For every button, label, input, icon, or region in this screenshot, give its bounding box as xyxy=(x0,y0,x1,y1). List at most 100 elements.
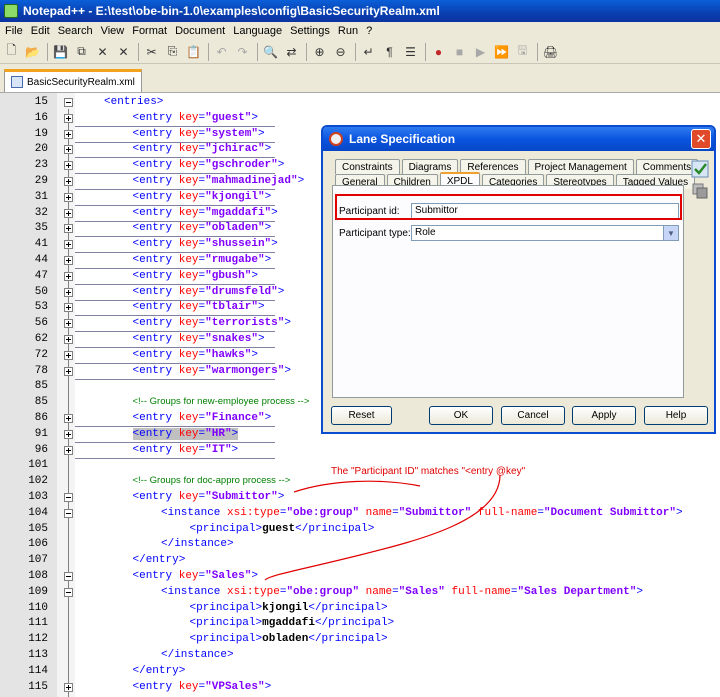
fold-toggle-icon[interactable] xyxy=(64,271,73,281)
chevron-down-icon[interactable]: ▼ xyxy=(663,226,678,240)
show-all-icon[interactable]: ¶ xyxy=(380,42,399,61)
save-icon[interactable]: 💾 xyxy=(51,42,70,61)
fold-toggle-icon[interactable] xyxy=(64,129,73,139)
run-macro-multiple-icon[interactable]: ⏩ xyxy=(492,42,511,61)
line-number: 23 xyxy=(34,159,48,172)
ok-button[interactable]: OK xyxy=(429,406,493,425)
tag: <entry xyxy=(132,143,179,156)
menu-document[interactable]: Document xyxy=(175,25,225,37)
fold-toggle-icon[interactable] xyxy=(64,224,73,234)
redo-icon[interactable]: ↷ xyxy=(233,42,252,61)
fold-toggle-icon[interactable] xyxy=(64,350,73,360)
zoom-out-icon[interactable]: ⊖ xyxy=(331,42,350,61)
code-text: <entry key="tblair"> xyxy=(133,301,265,313)
attr-name: key xyxy=(178,285,199,298)
indent-guide-icon[interactable]: ☰ xyxy=(401,42,420,61)
fold-toggle-icon[interactable] xyxy=(64,240,73,250)
line-number: 105 xyxy=(28,522,48,535)
layers-icon[interactable] xyxy=(691,182,709,200)
comment: <!-- Groups for new-employee process --> xyxy=(132,396,310,408)
fold-toggle-icon[interactable] xyxy=(64,208,73,218)
menu-settings[interactable]: Settings xyxy=(290,25,330,37)
code-text: <principal>mgaddafi</principal> xyxy=(190,617,395,629)
cancel-button[interactable]: Cancel xyxy=(501,406,565,425)
fold-toggle-icon[interactable] xyxy=(64,113,73,123)
fold-toggle-icon[interactable] xyxy=(64,335,73,344)
stop-record-icon[interactable]: ■ xyxy=(450,42,469,61)
code-text: <entry key="Submittor"> xyxy=(133,491,285,503)
equals: = xyxy=(392,506,399,519)
record-macro-icon[interactable]: ● xyxy=(429,42,448,61)
copy-icon[interactable]: ⎘ xyxy=(163,42,182,61)
fold-toggle-icon[interactable] xyxy=(64,682,73,692)
wrap-icon[interactable]: ↵ xyxy=(359,42,378,61)
menu-run[interactable]: Run xyxy=(338,25,358,37)
close-all-icon[interactable]: ✕ xyxy=(114,42,133,61)
file-tab[interactable]: BasicSecurityRealm.xml xyxy=(4,69,142,92)
fold-toggle-icon[interactable] xyxy=(64,572,73,581)
line-number: 16 xyxy=(34,111,48,124)
equals: = xyxy=(392,585,399,598)
zoom-in-icon[interactable]: ⊕ xyxy=(310,42,329,61)
fold-toggle-icon[interactable] xyxy=(64,256,73,265)
fold-toggle-icon[interactable] xyxy=(64,287,73,297)
attr-name: key xyxy=(178,570,199,582)
open-file-icon[interactable]: 📂 xyxy=(23,42,42,61)
tag: <entry xyxy=(132,254,179,266)
menu-format[interactable]: Format xyxy=(132,25,167,37)
help-button[interactable]: Help xyxy=(644,406,708,425)
menu-file[interactable]: File xyxy=(5,25,23,37)
new-file-icon[interactable]: 🗋 xyxy=(2,42,21,61)
fold-toggle-icon[interactable] xyxy=(64,587,73,597)
attr-name: key xyxy=(178,206,199,219)
menu-language[interactable]: Language xyxy=(233,25,282,37)
fold-toggle-icon[interactable] xyxy=(64,319,73,329)
find-icon[interactable]: 🔍 xyxy=(261,42,280,61)
fold-toggle-icon[interactable] xyxy=(64,445,73,455)
fold-toggle-icon[interactable] xyxy=(64,145,73,155)
line-number: 103 xyxy=(28,491,48,503)
fold-toggle-icon[interactable] xyxy=(64,366,73,376)
reset-label: Reset xyxy=(348,410,375,421)
annotation-text: The "Participant ID" matches "<entry @ke… xyxy=(331,466,526,477)
menu-help[interactable]: ? xyxy=(366,25,372,37)
print-icon[interactable]: 🖨 xyxy=(541,42,560,61)
paste-icon[interactable]: 📋 xyxy=(184,42,203,61)
apply-check-icon[interactable] xyxy=(691,160,709,178)
undo-icon[interactable]: ↶ xyxy=(212,42,231,61)
attr-value: "drumsfeld" xyxy=(205,285,278,298)
close-icon[interactable]: ✕ xyxy=(93,42,112,61)
fold-toggle-icon[interactable] xyxy=(64,429,73,439)
replace-icon[interactable]: ⇄ xyxy=(282,42,301,61)
menu-bar: File Edit Search View Format Document Language… xyxy=(0,22,720,40)
tag-end: > xyxy=(284,364,291,377)
fold-toggle-icon[interactable] xyxy=(64,98,73,107)
save-macro-icon[interactable]: 🖫 xyxy=(513,42,532,61)
cancel-label: Cancel xyxy=(517,410,549,421)
fold-toggle-icon[interactable] xyxy=(64,303,73,313)
play-macro-icon[interactable]: ▶ xyxy=(471,42,490,61)
fold-toggle-icon[interactable] xyxy=(64,493,73,502)
fold-toggle-icon[interactable] xyxy=(64,508,73,518)
line-number: 112 xyxy=(28,633,48,646)
cut-icon[interactable]: ✂ xyxy=(142,42,161,61)
tag-end: > xyxy=(251,348,258,361)
code-text: <instance xsi:type="obe:group" name="Sal… xyxy=(161,586,643,598)
dialog-app-icon xyxy=(329,132,343,146)
attr-value: "IT" xyxy=(205,443,232,456)
reset-button[interactable]: Reset xyxy=(331,406,392,425)
apply-button[interactable]: Apply xyxy=(572,406,636,425)
fold-toggle-icon[interactable] xyxy=(64,192,73,202)
menu-search[interactable]: Search xyxy=(58,25,93,37)
menu-view[interactable]: View xyxy=(101,25,125,37)
fold-toggle-icon[interactable] xyxy=(64,414,73,423)
participant-type-select[interactable]: Role ▼ xyxy=(411,225,679,241)
menu-edit[interactable]: Edit xyxy=(31,25,50,37)
save-all-icon[interactable]: ⧉ xyxy=(72,42,91,61)
fold-toggle-icon[interactable] xyxy=(64,161,73,171)
tab-project-management[interactable]: Project Management xyxy=(527,159,634,174)
tab-comments[interactable]: Comments xyxy=(635,159,699,174)
close-button[interactable]: ✕ xyxy=(691,129,711,149)
tab-constraints[interactable]: Constraints xyxy=(335,159,400,174)
fold-toggle-icon[interactable] xyxy=(64,177,73,186)
